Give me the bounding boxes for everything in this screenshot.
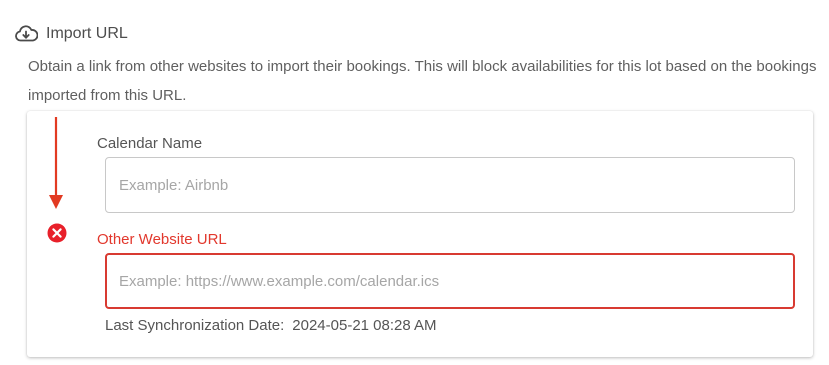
section-header: Import URL — [14, 24, 128, 44]
website-url-input[interactable] — [105, 253, 795, 309]
calendar-name-label: Calendar Name — [97, 135, 203, 152]
import-url-card: Calendar Name Other Website URL Last Syn… — [27, 111, 813, 357]
section-title: Import URL — [46, 25, 128, 42]
section-description: Obtain a link from other websites to imp… — [28, 58, 817, 104]
last-sync-value: 2024-05-21 08:28 AM — [292, 317, 437, 334]
last-sync-label: Last Synchronization Date: — [105, 317, 285, 334]
website-url-label: Other Website URL — [97, 231, 227, 248]
arrow-down-icon — [49, 117, 63, 209]
calendar-name-input[interactable] — [105, 157, 795, 213]
error-circle-icon — [47, 223, 67, 243]
cloud-download-icon — [14, 24, 38, 44]
last-sync-row: Last Synchronization Date: 2024-05-21 08… — [105, 317, 437, 334]
